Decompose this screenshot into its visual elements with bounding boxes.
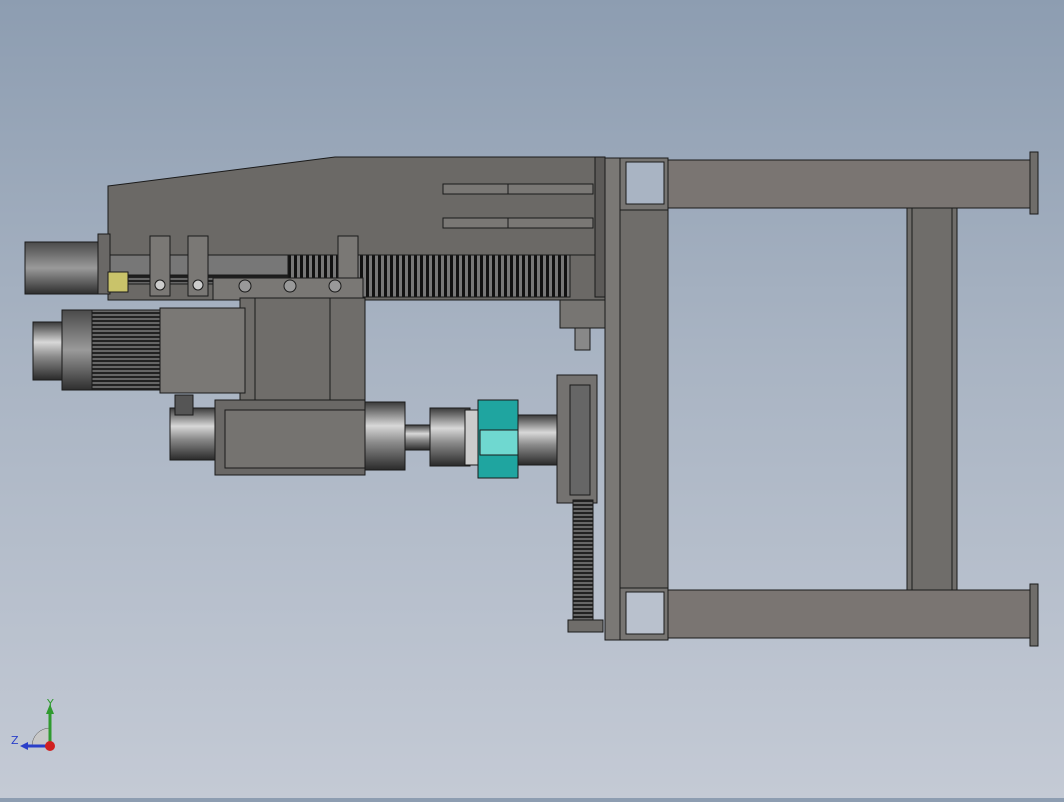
y-axis-label: Y [47,697,54,710]
cad-viewport[interactable]: Y Z [0,0,1064,798]
z-axis-label: Z [11,734,19,747]
vertical-slide [556,299,606,633]
axis-triad [20,704,55,751]
chuck-assembly [464,399,559,479]
x-axis-dot [45,741,55,751]
servo-motor-main [32,309,161,391]
frame-structure [604,151,1039,647]
cad-model-drawing[interactable] [0,0,1064,798]
